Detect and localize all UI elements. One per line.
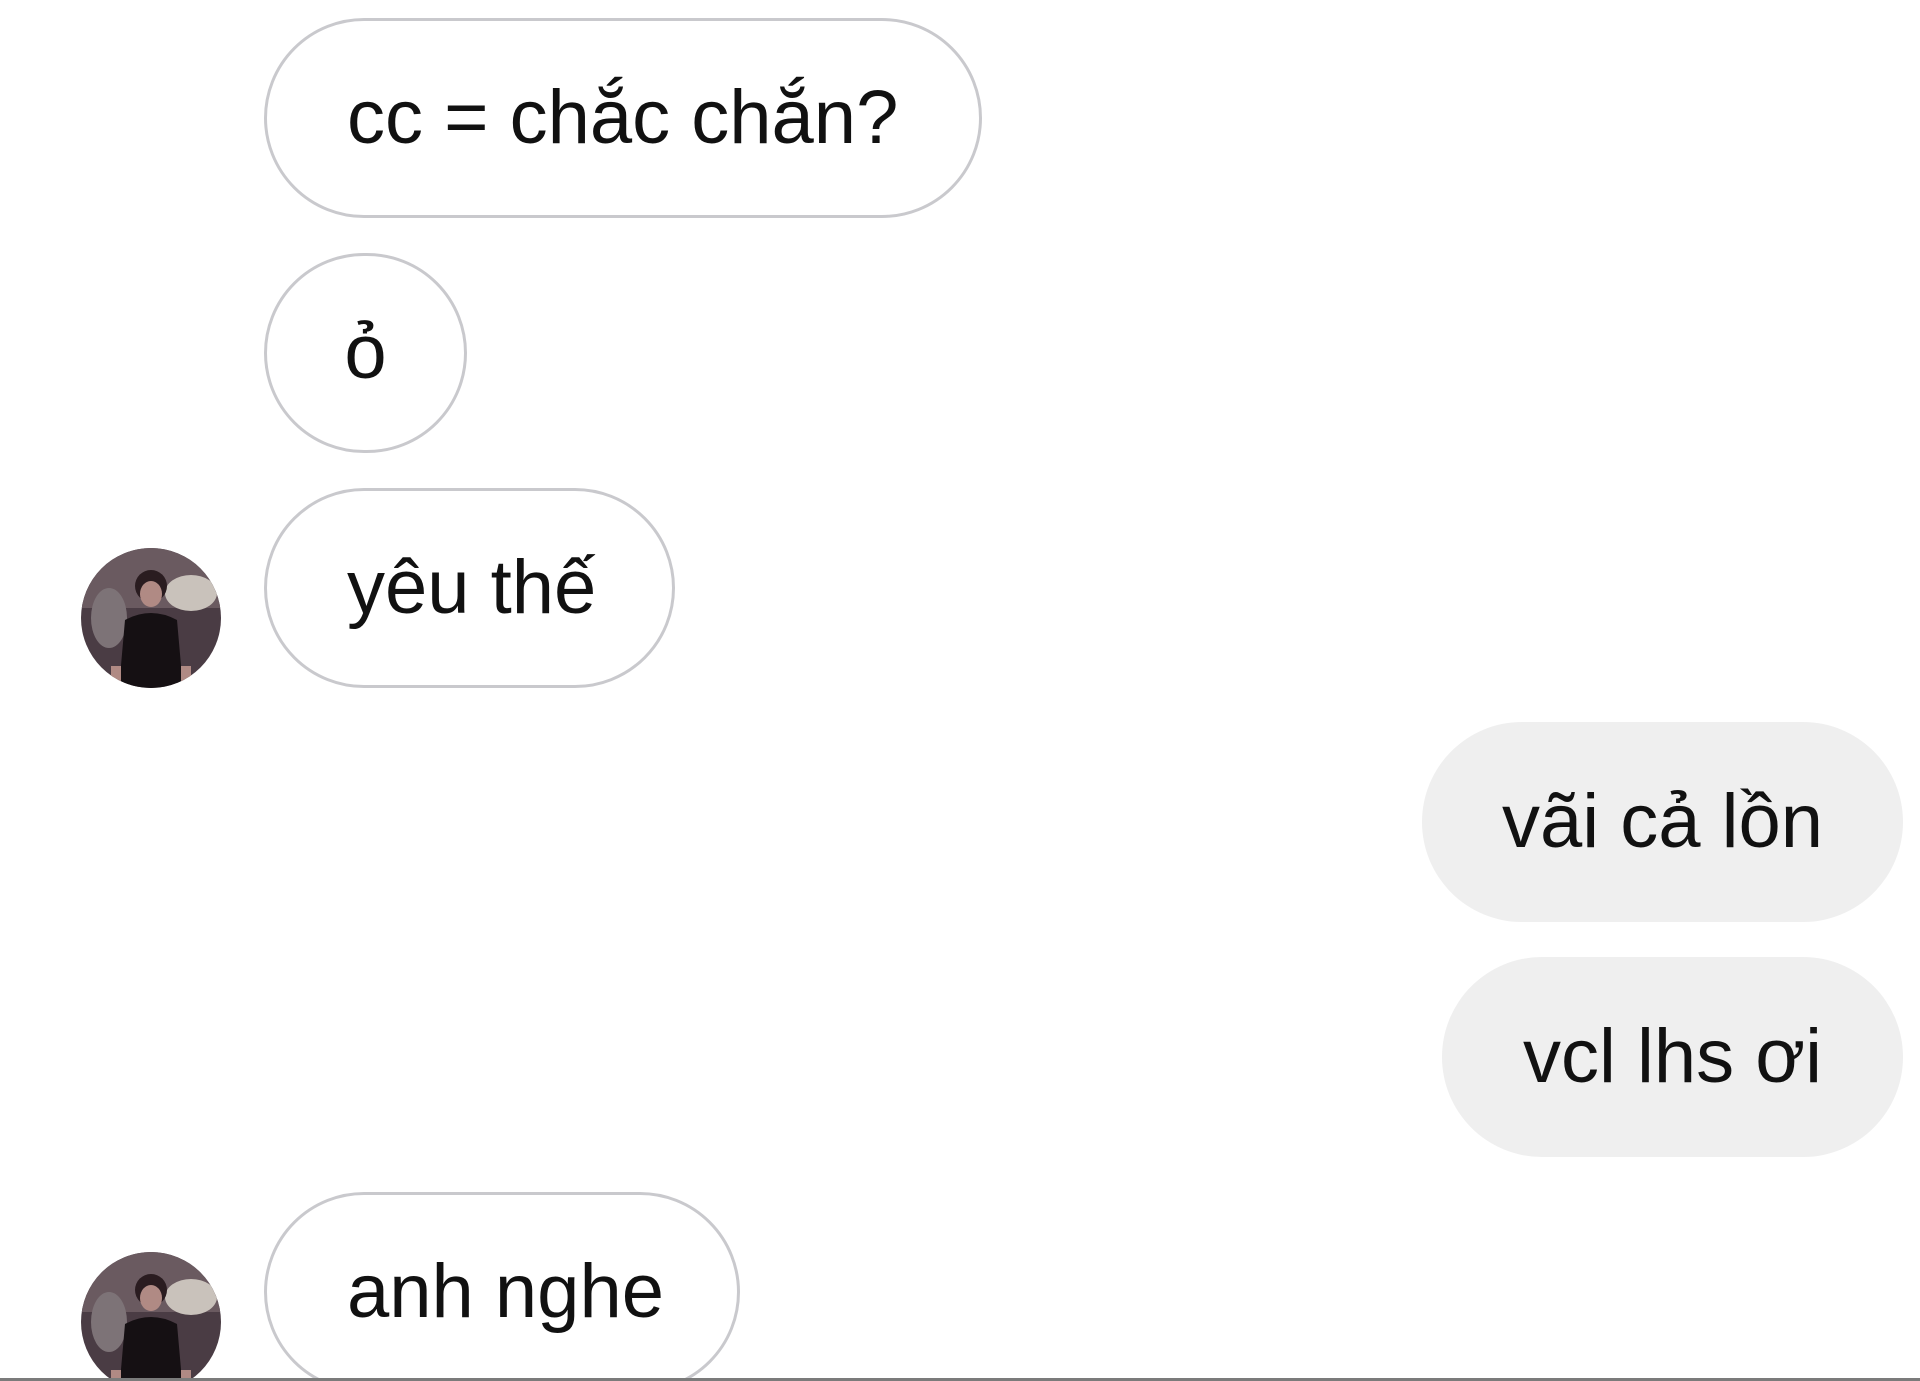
message-text: anh nghe — [347, 1249, 664, 1334]
incoming-message[interactable]: cc = chắc chắn? — [264, 18, 982, 218]
incoming-message[interactable]: yêu thế — [264, 488, 675, 688]
contact-avatar[interactable] — [81, 1252, 221, 1381]
incoming-message[interactable]: anh nghe — [264, 1192, 740, 1381]
message-text: vãi cả lồn — [1501, 779, 1824, 864]
outgoing-message[interactable]: vcl lhs ơi — [1442, 957, 1903, 1157]
profile-photo-icon — [81, 548, 221, 688]
message-text: ỏ — [344, 310, 387, 395]
outgoing-message[interactable]: vãi cả lồn — [1422, 722, 1903, 922]
contact-avatar[interactable] — [81, 548, 221, 688]
message-text: vcl lhs ơi — [1523, 1014, 1822, 1099]
chat-thread: cc = chắc chắn? ỏ yêu thế vãi cả lồn vcl… — [0, 0, 1920, 1381]
message-text: yêu thế — [347, 545, 597, 630]
message-text: cc = chắc chắn? — [347, 75, 899, 160]
incoming-message[interactable]: ỏ — [264, 253, 467, 453]
profile-photo-icon — [81, 1252, 221, 1381]
